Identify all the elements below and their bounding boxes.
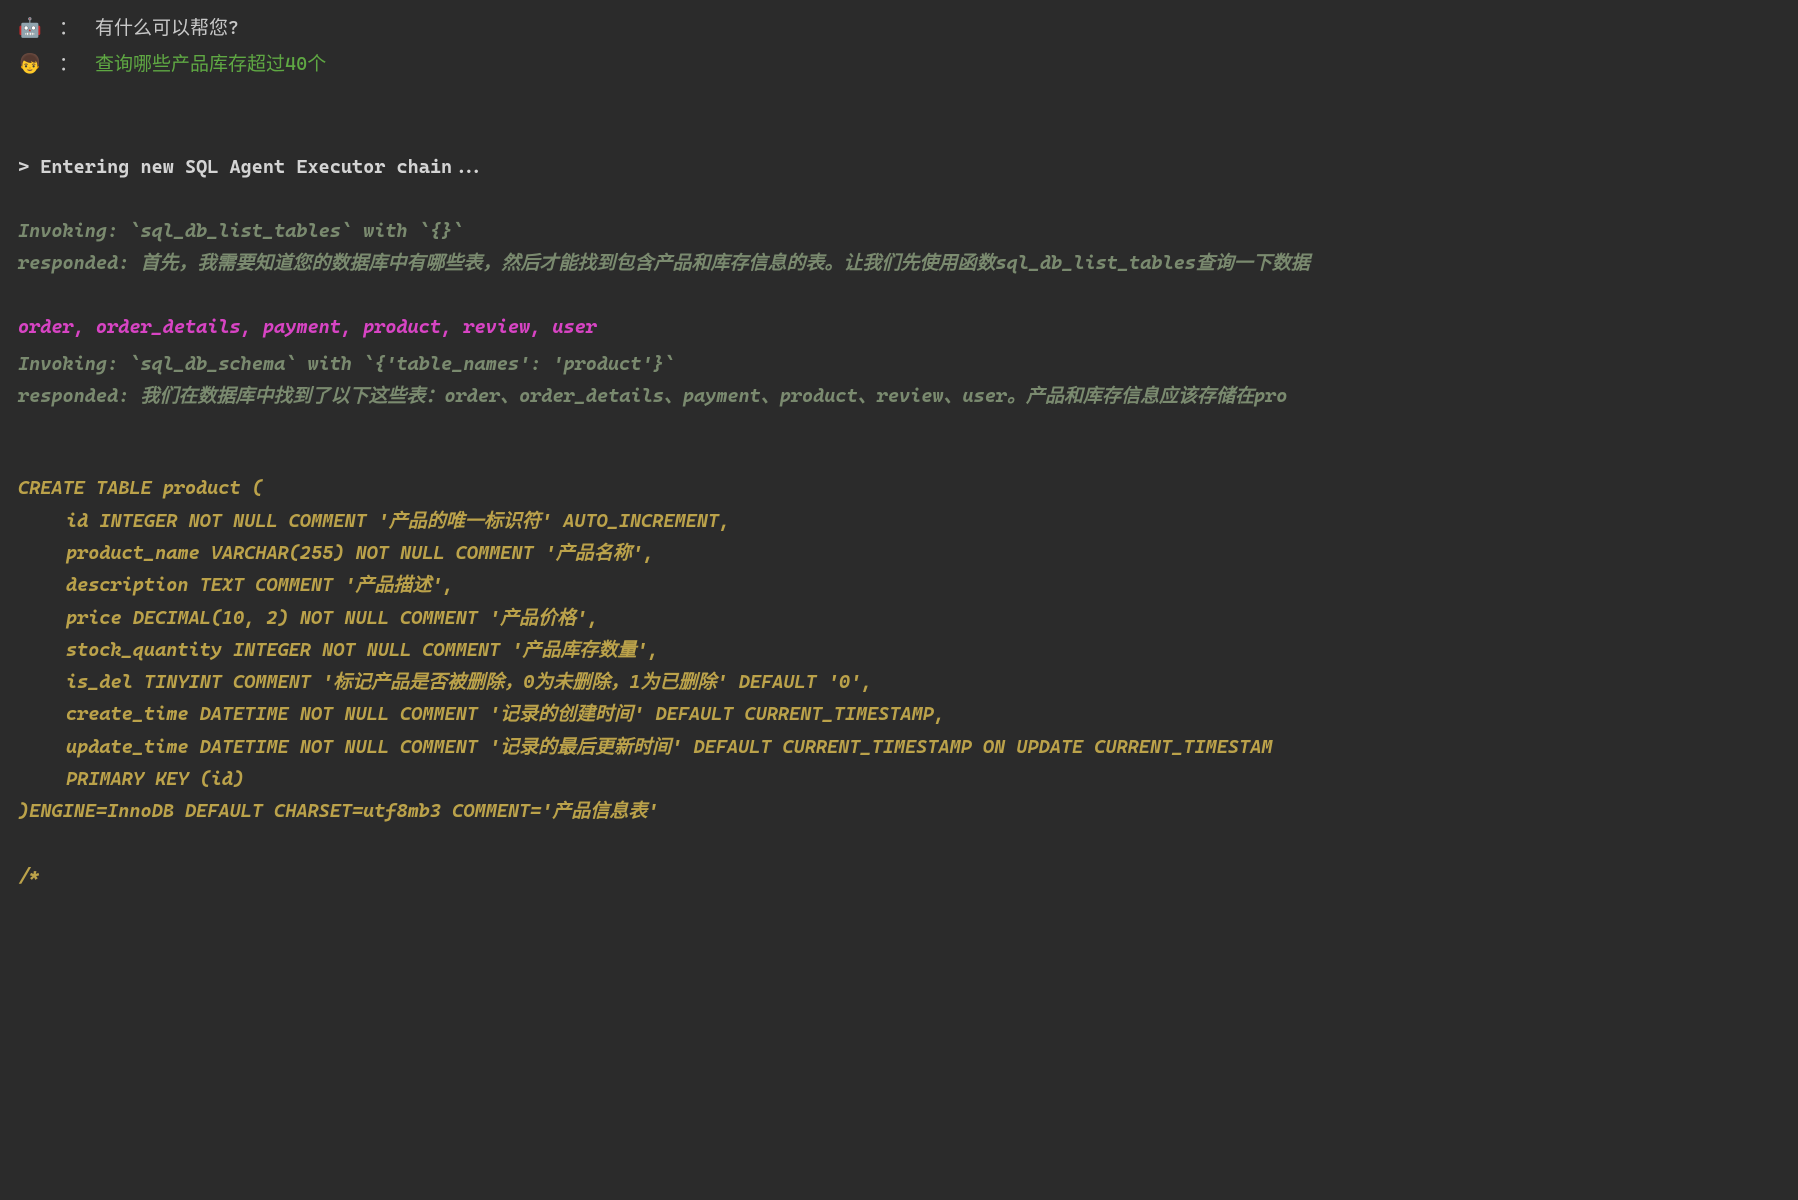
responded-text: 首先，我需要知道您的数据库中有哪些表，然后才能找到包含产品和库存信息的表。让我们… (129, 252, 1310, 274)
robot-icon: 🤖 (18, 17, 42, 39)
schema-col-price: price DECIMAL(10, 2) NOT NULL COMMENT '产… (18, 602, 1780, 634)
schema-col-create-time: create_time DATETIME NOT NULL COMMENT '记… (18, 698, 1780, 730)
invoke-line-1: Invoking: `sql_db_list_tables` with `{}` (18, 215, 1780, 247)
responded-line-1: responded: 首先，我需要知道您的数据库中有哪些表，然后才能找到包含产品… (18, 247, 1780, 279)
schema-primary-key: PRIMARY KEY (id) (18, 763, 1780, 795)
chain-enter-line: > Entering new SQL Agent Executor chain.… (18, 151, 1780, 183)
responded-label: responded: (18, 385, 129, 407)
invoke-label: Invoking: (18, 220, 118, 242)
bot-chat-line: 🤖 ： 有什么可以帮您? (18, 12, 1780, 44)
invoke-line-2: Invoking: `sql_db_schema` with `{'table_… (18, 348, 1780, 380)
schema-col-product-name: product_name VARCHAR(255) NOT NULL COMME… (18, 537, 1780, 569)
responded-text: 我们在数据库中找到了以下这些表：order、order_details、paym… (129, 385, 1287, 407)
agent-output: > Entering new SQL Agent Executor chain.… (18, 151, 1780, 892)
schema-create: CREATE TABLE product ( (18, 472, 1780, 504)
responded-line-2: responded: 我们在数据库中找到了以下这些表：order、order_d… (18, 380, 1780, 412)
schema-block: CREATE TABLE product ( id INTEGER NOT NU… (18, 472, 1780, 892)
responded-label: responded: (18, 252, 129, 274)
bot-message: 有什么可以帮您? (95, 17, 239, 39)
invoke-call: `sql_db_schema` with `{'table_names': 'p… (118, 353, 675, 375)
separator: ： (59, 53, 78, 75)
tables-list: order, order_details, payment, product, … (18, 311, 1780, 343)
schema-col-update-time: update_time DATETIME NOT NULL COMMENT '记… (18, 731, 1780, 763)
schema-col-stock: stock_quantity INTEGER NOT NULL COMMENT … (18, 634, 1780, 666)
schema-col-is-del: is_del TINYINT COMMENT '标记产品是否被删除，0为未删除，… (18, 666, 1780, 698)
schema-comment-start: /* (18, 860, 1780, 892)
invoke-label: Invoking: (18, 353, 118, 375)
user-chat-line: 👦 ： 查询哪些产品库存超过40个 (18, 48, 1780, 80)
schema-col-id: id INTEGER NOT NULL COMMENT '产品的唯一标识符' A… (18, 505, 1780, 537)
user-message: 查询哪些产品库存超过40个 (95, 53, 326, 75)
user-icon: 👦 (18, 53, 42, 75)
schema-col-description: description TEXT COMMENT '产品描述', (18, 569, 1780, 601)
separator: ： (59, 17, 78, 39)
schema-engine: )ENGINE=InnoDB DEFAULT CHARSET=utf8mb3 C… (18, 795, 1780, 827)
invoke-call: `sql_db_list_tables` with `{}` (118, 220, 463, 242)
